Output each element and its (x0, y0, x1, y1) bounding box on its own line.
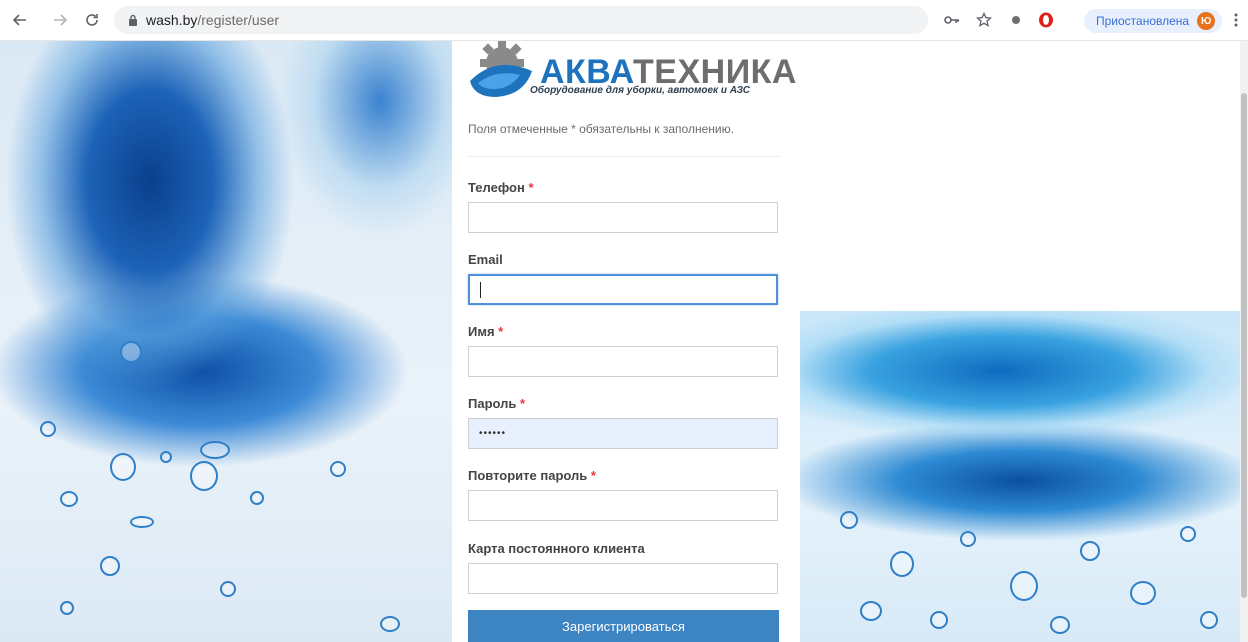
bubble (120, 341, 142, 363)
bubble (330, 461, 346, 477)
loyalty-card-label-text: Карта постоянного клиента (468, 541, 645, 556)
password-field[interactable]: •••••• (468, 418, 778, 449)
bubble (1050, 616, 1070, 634)
text-cursor (480, 281, 481, 298)
extension-icon[interactable] (1006, 10, 1026, 30)
brand-tagline: Оборудование для уборки, автомоек и АЗС (530, 85, 751, 96)
bubble (130, 516, 154, 528)
loyalty-card-field[interactable] (468, 563, 778, 594)
profile-paused-chip[interactable]: Приостановлена Ю (1084, 9, 1222, 33)
bubble (890, 551, 914, 577)
bubble (1200, 611, 1218, 629)
url-path: /register/user (197, 12, 280, 28)
required-asterisk: * (590, 468, 596, 483)
phone-field[interactable] (468, 202, 778, 233)
bubble (380, 616, 400, 632)
password-label-text: Пароль (468, 396, 517, 411)
menu-dots-icon[interactable] (1226, 10, 1246, 30)
phone-label: Телефон * (468, 180, 534, 195)
repeat-password-field[interactable] (468, 490, 778, 521)
email-field[interactable] (468, 274, 778, 305)
required-asterisk: * (528, 180, 534, 195)
required-fields-note: Поля отмеченные * обязательны к заполнен… (468, 122, 734, 136)
bubble (40, 421, 56, 437)
scrollbar-thumb[interactable] (1241, 93, 1247, 598)
url-text: wash.by/register/user (146, 12, 279, 28)
loyalty-card-label: Карта постоянного клиента (468, 541, 645, 556)
scrollbar[interactable] (1240, 41, 1248, 642)
email-label: Email (468, 252, 503, 267)
bubble (60, 491, 78, 507)
register-button[interactable]: Зарегистрироваться (468, 610, 779, 642)
name-field[interactable] (468, 346, 778, 377)
forward-arrow-icon[interactable] (48, 8, 72, 32)
password-label: Пароль * (468, 396, 525, 411)
bubble (1080, 541, 1100, 561)
avatar: Ю (1197, 12, 1216, 30)
bubble (190, 461, 218, 491)
required-asterisk: * (498, 324, 504, 339)
bubble (960, 531, 976, 547)
bubble (100, 556, 120, 576)
bubble (1130, 581, 1156, 605)
registration-form: АКВАТЕХНИКА Оборудование для уборки, авт… (452, 41, 800, 642)
bubble (250, 491, 264, 505)
star-icon[interactable] (974, 10, 994, 30)
water-splash-left-image (0, 41, 452, 642)
gear-drop-logo-icon (470, 41, 532, 97)
name-label: Имя * (468, 324, 503, 339)
water-splash-right-image (800, 311, 1240, 642)
url-host: wash.by (146, 12, 198, 28)
phone-label-text: Телефон (468, 180, 525, 195)
reload-icon[interactable] (80, 8, 104, 32)
opera-icon[interactable] (1036, 10, 1056, 30)
repeat-password-label: Повторите пароль * (468, 468, 596, 483)
bubble (840, 511, 858, 529)
email-label-text: Email (468, 252, 503, 267)
required-asterisk: * (520, 396, 526, 411)
repeat-password-label-text: Повторите пароль (468, 468, 588, 483)
bubble (1180, 526, 1196, 542)
key-icon[interactable] (942, 10, 962, 30)
address-bar[interactable]: wash.by/register/user (114, 6, 928, 34)
divider (468, 156, 780, 157)
logo: АКВАТЕХНИКА Оборудование для уборки, авт… (466, 41, 796, 103)
password-field-value: •••••• (479, 428, 507, 439)
bubble (110, 453, 136, 481)
bubble (860, 601, 882, 621)
bubble (60, 601, 74, 615)
bubble (160, 451, 172, 463)
back-arrow-icon[interactable] (8, 8, 32, 32)
bubble (930, 611, 948, 629)
name-label-text: Имя (468, 324, 495, 339)
bubble (1010, 571, 1038, 601)
bubble (220, 581, 236, 597)
browser-toolbar: wash.by/register/user Приостановлена Ю (0, 0, 1248, 41)
bubble (200, 441, 230, 459)
profile-status-text: Приостановлена (1096, 14, 1190, 28)
page-viewport: АКВАТЕХНИКА Оборудование для уборки, авт… (0, 41, 1240, 642)
lock-icon (126, 13, 140, 27)
